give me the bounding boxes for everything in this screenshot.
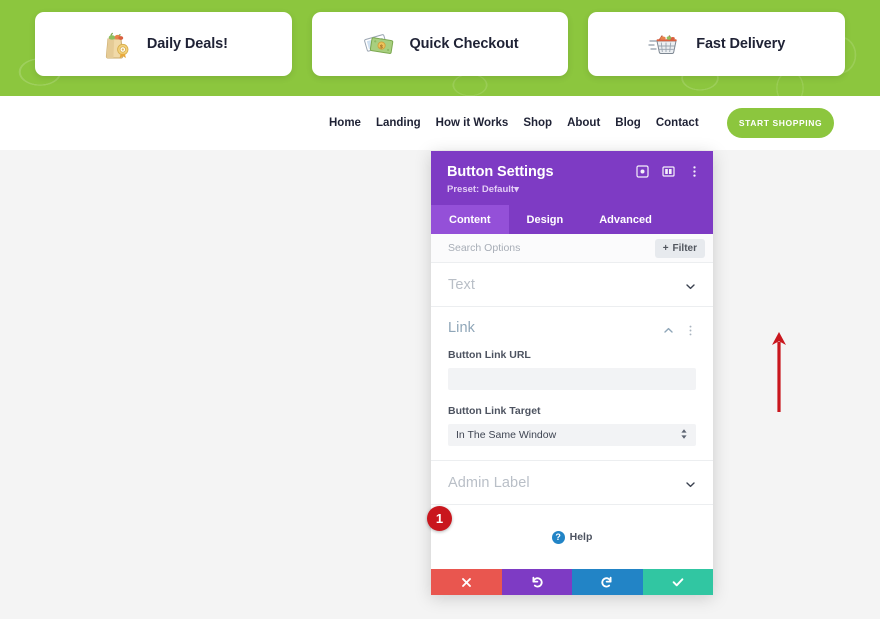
more-options-icon[interactable] [688,165,701,178]
undo-button[interactable] [501,569,572,595]
nav-link-how-it-works[interactable]: How it Works [436,117,509,129]
modal-preset-label: Preset: Default [447,184,515,195]
tab-advanced[interactable]: Advanced [581,205,670,234]
modal-body: Text Link Button Link URL Button Link Ta… [431,263,713,569]
select-stepper-icon [680,428,688,443]
chevron-down-icon [685,477,696,488]
link-more-options-icon[interactable] [685,323,696,335]
button-link-url-input[interactable] [448,368,696,390]
nav-link-contact[interactable]: Contact [656,117,699,129]
accordion-text[interactable]: Text [431,263,713,307]
plus-icon: + [662,242,669,254]
filter-button[interactable]: + Filter [654,238,705,258]
chevron-up-icon[interactable] [663,323,674,334]
nav-link-home[interactable]: Home [329,117,361,129]
shopping-basket-fast-icon [648,27,682,61]
help-question-icon: ? [551,530,565,544]
promo-card-quick-checkout[interactable]: $ Quick Checkout [311,12,569,76]
modal-tab-list: Content Design Advanced [431,205,713,234]
cash-money-icon: $ [362,27,396,61]
promo-card-daily-deals[interactable]: Daily Deals! [35,12,292,76]
accordion-text-title: Text [448,276,475,293]
preset-caret-icon: ▾ [514,184,519,195]
accordion-link-header[interactable]: Link [431,307,713,349]
accordion-admin-label[interactable]: Admin Label [431,461,713,505]
nav-link-landing[interactable]: Landing [376,117,421,129]
promo-card-label: Quick Checkout [409,36,519,52]
nav-link-shop[interactable]: Shop [523,117,552,129]
help-label: Help [569,531,593,543]
site-navbar: Home Landing How it Works Shop About Blo… [0,96,880,150]
focus-target-icon[interactable] [636,165,649,178]
search-options-input[interactable] [448,242,655,254]
search-options-row: + Filter [431,234,713,263]
accordion-admin-label-title: Admin Label [448,474,530,491]
accordion-link-title: Link [448,320,475,336]
nav-link-about[interactable]: About [567,117,600,129]
promo-card-label: Fast Delivery [696,36,786,52]
button-link-url-group: Button Link URL [431,349,713,390]
modal-header: Button Settings Preset: Default▾ [431,151,713,205]
save-button[interactable] [642,569,713,595]
nav-link-blog[interactable]: Blog [615,117,641,129]
redo-button[interactable] [572,569,643,595]
promo-card-list: Daily Deals! $ Quick Checkout Fast Deliv… [0,0,880,76]
modal-footer [431,569,713,595]
tab-content[interactable]: Content [431,205,509,234]
accordion-link: Link Button Link URL Button Link Target … [431,307,713,461]
modal-preset-selector[interactable]: Preset: Default▾ [447,184,697,195]
promo-card-label: Daily Deals! [146,36,228,52]
help-row[interactable]: ? Help [431,505,713,569]
layout-panel-icon[interactable] [662,165,675,178]
chevron-down-icon [685,279,696,290]
promo-banner: Daily Deals! $ Quick Checkout Fast Deliv… [0,0,880,96]
button-link-target-value: In The Same Window [456,429,557,441]
button-link-target-group: Button Link Target In The Same Window [431,405,713,446]
filter-button-label: Filter [672,242,697,254]
button-link-target-select[interactable]: In The Same Window [448,424,696,446]
button-link-target-label: Button Link Target [448,405,541,417]
annotation-step-badge: 1 [427,506,452,531]
accordion-link-icons [663,323,696,335]
promo-card-fast-delivery[interactable]: Fast Delivery [588,12,846,76]
cancel-button[interactable] [431,569,502,595]
tab-design[interactable]: Design [509,205,582,234]
button-link-url-label: Button Link URL [448,349,531,361]
modal-header-icon-group [636,165,701,178]
annotation-arrow-up-icon [768,330,790,419]
nav-link-list: Home Landing How it Works Shop About Blo… [329,117,699,129]
page-canvas: Button Settings Preset: Default▾ Content… [0,150,880,619]
start-shopping-button[interactable]: START SHOPPING [727,108,834,138]
button-settings-modal: Button Settings Preset: Default▾ Content… [427,151,713,595]
grocery-bag-award-icon [99,27,133,61]
